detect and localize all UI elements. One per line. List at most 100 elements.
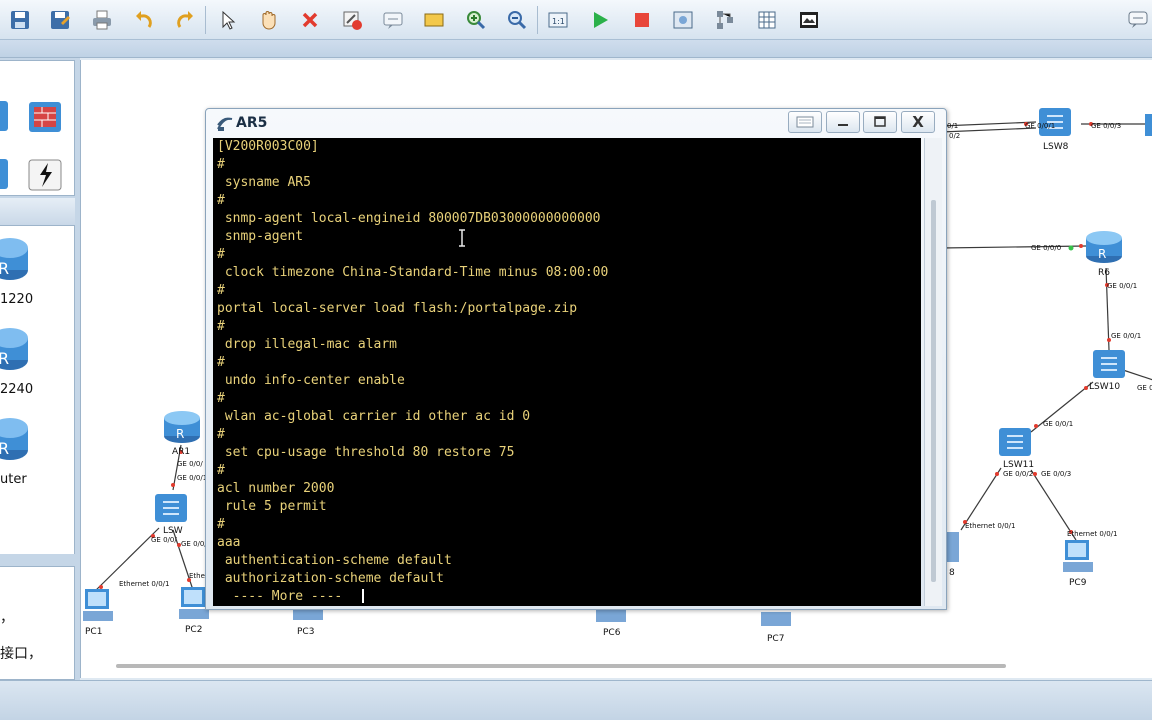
redo-icon[interactable] [173, 8, 197, 32]
text-note-icon[interactable] [381, 8, 405, 32]
switch-lsw11-icon[interactable] [997, 424, 1033, 462]
port-label: GE 0/0/1 [1025, 122, 1056, 130]
port-label: GE 0/0/1 [1043, 420, 1074, 428]
switch-partial-icon[interactable] [1145, 114, 1152, 142]
print-icon[interactable] [90, 8, 114, 32]
router-model-icon[interactable]: R [0, 416, 32, 466]
port-label: GE 0/0/1 [1107, 282, 1138, 290]
terminal-line: aaa [217, 535, 241, 550]
terminal-line: wlan ac-global carrier id other ac id 0 [217, 409, 531, 424]
node-label: LSW8 [1043, 142, 1069, 152]
terminal-line: clock timezone China-Standard-Time minus… [217, 265, 609, 280]
save-as-icon[interactable] [48, 8, 72, 32]
main-toolbar: 1:1 [0, 0, 1152, 40]
console-window[interactable]: AR5 X [V200R003C00] # sysname AR5 # snmp… [205, 108, 947, 610]
restore-icon [796, 116, 814, 128]
topology-icon[interactable] [713, 8, 737, 32]
terminal-output[interactable]: [V200R003C00] # sysname AR5 # snmp-agent… [213, 138, 921, 606]
terminal-line: # [217, 391, 225, 406]
port-label: GE 0/0/ [181, 540, 207, 548]
terminal-line: rule 5 permit [217, 499, 327, 514]
terminal-line: drop illegal-mac alarm [217, 337, 398, 352]
terminal-vertical-scrollbar[interactable] [924, 138, 942, 606]
pc7-icon[interactable] [759, 610, 793, 636]
port-label: Ethernet 0/0/1 [965, 522, 1016, 530]
svg-text:R: R [0, 259, 9, 278]
fit-window-icon[interactable]: 1:1 [546, 8, 570, 32]
topology-snapshot-icon[interactable] [797, 8, 821, 32]
device-category-router-icon[interactable] [0, 101, 10, 137]
node-label: R6 [1098, 268, 1110, 278]
undo-icon[interactable] [132, 8, 156, 32]
node-label: PC9 [1069, 578, 1087, 588]
port-label: GE 0/0/1 [177, 474, 208, 482]
port-label: GE 0/0/3 [1091, 122, 1122, 130]
node-label: PC3 [297, 627, 315, 637]
pan-hand-icon[interactable] [256, 8, 280, 32]
rectangle-shape-icon[interactable] [422, 8, 446, 32]
terminal-line: # [217, 283, 225, 298]
port-label: GE 0/0/2 [1137, 384, 1152, 392]
terminal-line: sysname AR5 [217, 175, 311, 190]
svg-text:R: R [0, 349, 9, 368]
port-label: GE 0/0/1 [1111, 332, 1142, 340]
pc8-icon[interactable] [947, 530, 961, 570]
terminal-line: portal local-server load flash:/portalpa… [217, 301, 578, 316]
device-model-name: 1220 [0, 292, 34, 307]
svg-text:1:1: 1:1 [552, 17, 565, 26]
router-ar1-icon[interactable]: R [163, 408, 201, 448]
terminal-line: # [217, 157, 225, 172]
device-model-name: 2240 [0, 382, 34, 397]
port-label: Ethernet 0/0/1 [1067, 530, 1118, 538]
switch-lsw-icon[interactable] [153, 490, 189, 528]
router-model-icon[interactable]: R [0, 236, 32, 286]
terminal-line: acl number 2000 [217, 481, 335, 496]
router-model-icon[interactable]: R [0, 326, 32, 376]
node-label: PC6 [603, 628, 621, 638]
grid-icon[interactable] [755, 8, 779, 32]
console-window-icon [216, 115, 234, 137]
panel-section-header [0, 198, 75, 226]
canvas-horizontal-scrollbar[interactable] [116, 664, 1006, 668]
maximize-button[interactable] [863, 111, 897, 133]
zoom-out-icon[interactable] [505, 8, 529, 32]
node-label: LSW10 [1089, 382, 1121, 392]
device-description-box: ， 接口， [0, 566, 75, 680]
switch-lsw10-icon[interactable] [1091, 346, 1127, 384]
terminal-line: # [217, 193, 225, 208]
terminal-line: undo info-center enable [217, 373, 405, 388]
terminal-line: [V200R003C00] [217, 139, 319, 154]
save-icon[interactable] [8, 8, 32, 32]
terminal-line: # [217, 517, 225, 532]
close-button[interactable]: X [901, 111, 935, 133]
port-label: Ethe [189, 572, 205, 580]
terminal-line: authentication-scheme default [217, 553, 452, 568]
terminal-line: # [217, 355, 225, 370]
terminal-line: # [217, 427, 225, 442]
chat-feedback-icon[interactable] [1126, 8, 1150, 32]
pc9-icon[interactable] [1061, 538, 1097, 580]
toolbar-separator-band [0, 40, 1152, 58]
zoom-in-icon[interactable] [464, 8, 488, 32]
router-r6-icon[interactable]: R [1085, 228, 1123, 268]
capture-data-icon[interactable] [671, 8, 695, 32]
stop-device-icon[interactable] [630, 8, 654, 32]
pc1-icon[interactable] [81, 587, 117, 629]
terminal-line: snmp-agent local-engineid 800007DB030000… [217, 211, 601, 226]
minimize-button[interactable] [826, 111, 860, 133]
terminal-cursor [362, 589, 364, 603]
start-device-icon[interactable] [588, 8, 612, 32]
scrollbar-thumb[interactable] [931, 200, 936, 582]
device-category-cable-icon[interactable] [28, 159, 62, 195]
node-label: AR1 [172, 447, 191, 457]
console-window-title: AR5 [236, 115, 268, 131]
device-category-switch-icon[interactable] [0, 159, 10, 195]
delete-link-icon[interactable] [340, 8, 364, 32]
restore-down-button[interactable] [788, 111, 822, 133]
device-category-grid [0, 60, 75, 196]
select-pointer-icon[interactable] [215, 8, 239, 32]
device-category-firewall-icon[interactable] [28, 101, 62, 137]
terminal-line: # [217, 319, 225, 334]
device-panel: R 1220 R 2240 R uter ， 接口， [0, 58, 80, 680]
delete-icon[interactable] [298, 8, 322, 32]
